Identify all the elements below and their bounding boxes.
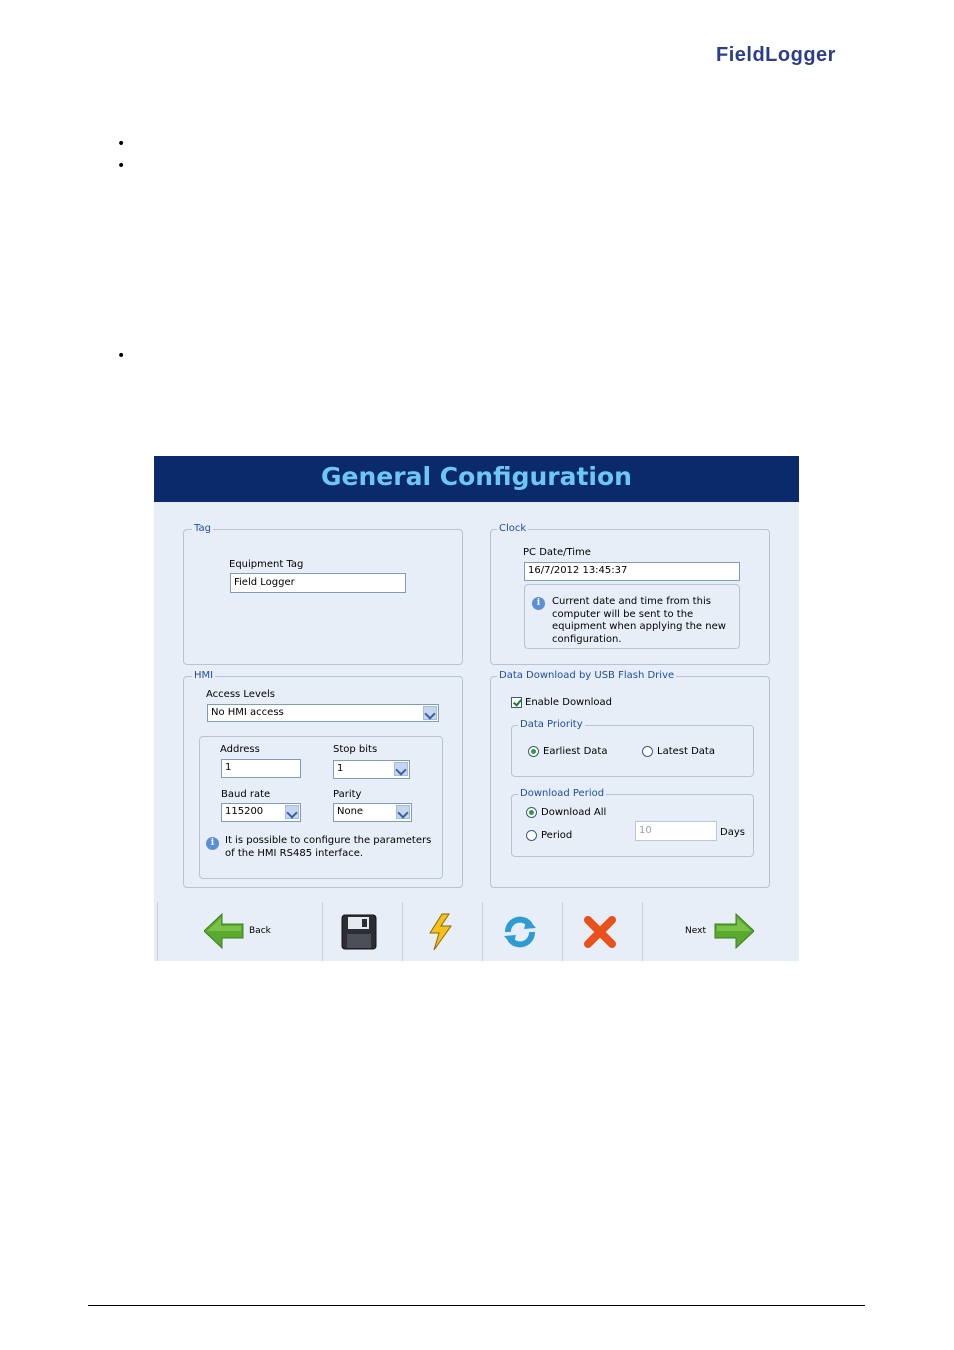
refresh-icon [504, 916, 536, 948]
access-levels-value: No HMI access [211, 707, 284, 718]
back-label: Back [249, 926, 271, 936]
days-label: Days [720, 827, 745, 838]
earliest-data-radio[interactable] [528, 746, 539, 757]
refresh-button[interactable] [482, 902, 562, 961]
chevron-down-icon[interactable] [285, 805, 299, 819]
parity-label: Parity [333, 789, 362, 800]
download-period-box: Download Period Download All Period 10 D… [511, 788, 754, 857]
chevron-down-icon[interactable] [396, 805, 410, 819]
pc-datetime-label: PC Date/Time [523, 547, 591, 558]
address-input[interactable]: 1 [221, 759, 301, 778]
period-days-input[interactable]: 10 [635, 821, 717, 841]
pc-datetime-field[interactable]: 16/7/2012 13:45:37 [524, 562, 740, 581]
latest-data-radio[interactable] [642, 746, 653, 757]
window-title: General Configuration [321, 462, 632, 491]
tag-legend: Tag [192, 523, 213, 535]
title-bar: General Configuration [154, 456, 799, 502]
bullet-1: • [117, 136, 126, 152]
stop-bits-value: 1 [337, 763, 344, 774]
download-all-radio[interactable] [526, 807, 537, 818]
back-button[interactable]: Back [157, 902, 322, 961]
clock-info-text: Current date and time from this computer… [552, 596, 726, 645]
data-priority-legend: Data Priority [518, 719, 585, 731]
data-download-legend: Data Download by USB Flash Drive [497, 670, 677, 682]
data-priority-box: Data Priority Earliest Data Latest Data [511, 719, 754, 777]
equipment-tag-label: Equipment Tag [229, 559, 304, 570]
equipment-tag-input[interactable]: Field Logger [230, 573, 406, 593]
period-label: Period [541, 830, 573, 841]
baud-rate-label: Baud rate [221, 789, 271, 800]
hmi-info-text: It is possible to configure the paramete… [225, 835, 432, 859]
period-radio[interactable] [526, 830, 537, 841]
data-download-group: Data Download by USB Flash Drive Enable … [490, 670, 770, 888]
rs485-settings-box: Address 1 Stop bits 1 Baud rate 115200 P… [199, 736, 443, 879]
next-label: Next [685, 926, 706, 936]
download-all-label: Download All [541, 807, 607, 818]
toolbar: Back Next [154, 902, 799, 961]
back-arrow-icon [204, 913, 244, 949]
baud-rate-select[interactable]: 115200 [221, 803, 301, 822]
enable-download-checkbox[interactable] [511, 697, 522, 708]
latest-data-label: Latest Data [657, 746, 715, 757]
apply-button[interactable] [402, 902, 482, 961]
bullet-2: • [117, 158, 126, 174]
stop-bits-select[interactable]: 1 [333, 760, 410, 779]
access-levels-label: Access Levels [206, 689, 276, 700]
chevron-down-icon[interactable] [423, 706, 437, 720]
hmi-legend: HMI [192, 670, 216, 682]
clock-group: Clock PC Date/Time 16/7/2012 13:45:37 i … [490, 523, 770, 665]
earliest-data-label: Earliest Data [543, 746, 608, 757]
address-label: Address [220, 744, 260, 755]
lightning-icon [429, 913, 452, 951]
cancel-button[interactable] [562, 902, 642, 961]
save-button[interactable] [322, 902, 402, 961]
enable-download-label: Enable Download [525, 697, 612, 708]
cancel-icon [584, 916, 616, 948]
fieldlogger-logo: FieldLogger [716, 44, 836, 66]
save-icon [341, 914, 377, 950]
general-configuration-window: General Configuration Tag Equipment Tag … [154, 456, 799, 961]
info-icon: i [206, 837, 219, 850]
next-arrow-icon [714, 913, 754, 949]
info-icon: i [532, 597, 545, 610]
clock-info-box: i Current date and time from this comput… [524, 584, 740, 649]
tag-group: Tag Equipment Tag Field Logger [183, 523, 463, 665]
bullet-3: • [117, 348, 126, 364]
clock-legend: Clock [497, 523, 529, 535]
chevron-down-icon[interactable] [394, 762, 408, 776]
parity-value: None [337, 806, 364, 817]
baud-rate-value: 115200 [225, 806, 264, 817]
footer-rule [88, 1305, 865, 1306]
stop-bits-label: Stop bits [333, 744, 378, 755]
next-button[interactable]: Next [642, 902, 799, 961]
parity-select[interactable]: None [333, 803, 412, 822]
download-period-legend: Download Period [518, 788, 607, 800]
access-levels-select[interactable]: No HMI access [207, 704, 439, 722]
hmi-group: HMI Access Levels No HMI access Address … [183, 670, 463, 888]
